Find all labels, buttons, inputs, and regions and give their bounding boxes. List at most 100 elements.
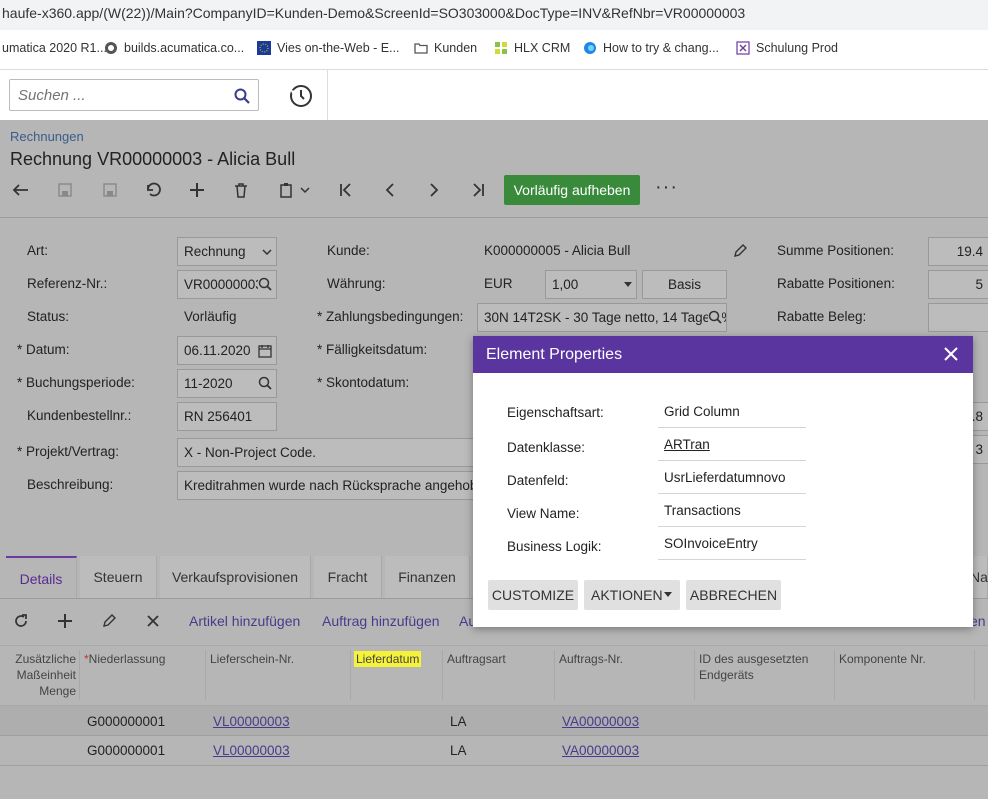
last-record-button[interactable] xyxy=(464,178,492,202)
pencil-icon[interactable] xyxy=(733,244,747,258)
terms-label: * Zahlungsbedingungen: xyxy=(317,309,464,324)
currency-base-button[interactable]: Basis xyxy=(642,270,727,299)
data-field-label: Datenfeld: xyxy=(507,473,569,488)
bookmark-item[interactable]: Kunden xyxy=(414,41,477,55)
cell-order-type: LA xyxy=(450,743,467,758)
col-header-branch[interactable]: *Niederlassung xyxy=(84,651,165,667)
chevron-right-icon xyxy=(430,183,439,197)
calendar-icon[interactable] xyxy=(258,344,272,358)
col-header-delivery-date[interactable]: Lieferdatum xyxy=(354,651,422,667)
currency-rate-value: 1,00 xyxy=(552,277,579,292)
address-bar[interactable]: haufe-x360.app/(W(22))/Main?CompanyID=Ku… xyxy=(0,0,988,30)
bookmark-item[interactable]: Schulung Prod xyxy=(736,41,838,55)
period-value: 11-2020 xyxy=(184,376,233,391)
chevron-left-icon xyxy=(385,183,394,197)
col-header-shipment[interactable]: Lieferschein-Nr. xyxy=(210,651,294,667)
date-field[interactable]: 06.11.2020 xyxy=(177,336,277,365)
tab-commissions[interactable]: Verkaufsprovisionen xyxy=(160,556,311,598)
col-header-device-id[interactable]: ID des ausgesetzten Endgeräts xyxy=(699,651,829,683)
period-field[interactable]: 11-2020 xyxy=(177,369,277,398)
bookmark-item[interactable]: HLX CRM xyxy=(494,41,570,55)
cell-branch: G000000001 xyxy=(87,714,166,729)
more-actions-button[interactable]: ··· xyxy=(655,176,678,199)
save-button[interactable] xyxy=(96,178,124,202)
line-total-label: Summe Positionen: xyxy=(777,243,895,258)
add-item-link[interactable]: Artikel hinzufügen xyxy=(189,613,300,629)
bookmark-item[interactable]: umatica 2020 R1... xyxy=(2,41,107,55)
bookmark-item[interactable]: Vies on-the-Web - E... xyxy=(257,41,400,55)
bookmark-label: Vies on-the-Web - E... xyxy=(277,41,400,55)
add-button[interactable] xyxy=(183,178,211,202)
tab-taxes[interactable]: Steuern xyxy=(80,556,157,598)
copy-paste-button[interactable] xyxy=(272,178,316,202)
back-button[interactable] xyxy=(7,178,35,202)
col-header-order-type[interactable]: Auftragsart xyxy=(447,651,506,667)
grid-app-icon xyxy=(495,42,507,54)
actions-button[interactable]: AKTIONEN xyxy=(584,580,680,610)
data-field-value: UsrLieferdatumnovo xyxy=(658,468,806,494)
project-field[interactable]: X - Non-Project Code. xyxy=(177,438,477,467)
edit-row-button[interactable] xyxy=(97,610,121,632)
col-separator xyxy=(694,650,695,700)
undo-button[interactable] xyxy=(139,178,167,202)
history-icon[interactable] xyxy=(287,82,315,110)
first-record-button[interactable] xyxy=(332,178,360,202)
search-icon[interactable] xyxy=(234,88,250,104)
add-order-link[interactable]: Auftrag hinzufügen xyxy=(322,613,440,629)
currency-value[interactable]: EUR xyxy=(484,276,513,291)
description-label: Beschreibung: xyxy=(27,477,114,492)
property-type-label: Eigenschaftsart: xyxy=(507,405,604,420)
close-icon[interactable] xyxy=(943,346,959,362)
customize-button[interactable]: CUSTOMIZE xyxy=(488,580,578,610)
description-field[interactable]: Kreditrahmen wurde nach Rücksprache ange… xyxy=(177,471,477,500)
bookmark-item[interactable]: builds.acumatica.co... xyxy=(104,41,244,55)
search-icon[interactable] xyxy=(708,310,722,324)
status-label: Status: xyxy=(27,309,70,324)
type-select[interactable]: Rechnung xyxy=(177,237,277,266)
delete-row-button[interactable] xyxy=(141,610,165,632)
cell-order-link[interactable]: VA00000003 xyxy=(562,714,639,729)
search-icon[interactable] xyxy=(258,277,272,291)
customer-value[interactable]: K000000005 - Alicia Bull xyxy=(484,243,630,258)
cell-order-link[interactable]: VA00000003 xyxy=(562,743,639,758)
search-box[interactable] xyxy=(9,79,259,111)
col-separator xyxy=(205,650,206,700)
col-header-component[interactable]: Komponente Nr. xyxy=(839,651,926,667)
business-logic-value: SOInvoiceEntry xyxy=(658,534,806,560)
breadcrumb[interactable]: Rechnungen xyxy=(10,129,84,144)
bookmark-item[interactable]: How to try & chang... xyxy=(583,41,719,55)
tab-finances[interactable]: Finanzen xyxy=(385,556,470,598)
bookmark-label: Schulung Prod xyxy=(756,41,839,55)
refresh-button[interactable] xyxy=(9,610,33,632)
currency-rate-select[interactable]: 1,00 xyxy=(545,270,637,299)
col-header-uom-qty[interactable]: Zusätzliche Maßeinheit Menge xyxy=(4,651,76,699)
undo-icon xyxy=(147,182,161,197)
dialog-title: Element Properties xyxy=(473,336,973,373)
view-name-value: Transactions xyxy=(658,501,806,527)
remove-hold-button[interactable]: Vorläufig aufheben xyxy=(504,175,640,205)
col-header-order-nbr[interactable]: Auftrags-Nr. xyxy=(559,651,623,667)
save-close-button[interactable] xyxy=(51,178,79,202)
cell-shipment-link[interactable]: VL00000003 xyxy=(213,743,290,758)
customer-label: Kunde: xyxy=(327,243,370,258)
tab-details[interactable]: Details xyxy=(6,556,77,598)
next-record-button[interactable] xyxy=(420,178,448,202)
period-label: * Buchungsperiode: xyxy=(17,375,135,390)
discount-date-label: * Skontodatum: xyxy=(317,375,410,390)
data-class-link[interactable]: ARTran xyxy=(658,435,806,461)
search-input[interactable] xyxy=(18,80,228,110)
delete-button[interactable] xyxy=(227,178,255,202)
terms-field[interactable]: 30N 14T2SK - 30 Tage netto, 14 Tage 2% xyxy=(477,303,727,332)
cell-shipment-link[interactable]: VL00000003 xyxy=(213,714,290,729)
caret-down-icon xyxy=(624,282,632,287)
customer-order-field[interactable]: RN 256401 xyxy=(177,402,277,431)
tab-freight[interactable]: Fracht xyxy=(314,556,382,598)
first-icon xyxy=(340,183,351,197)
search-icon[interactable] xyxy=(258,376,272,390)
date-value: 06.11.2020 xyxy=(184,343,251,358)
prev-record-button[interactable] xyxy=(376,178,404,202)
cancel-button[interactable]: ABBRECHEN xyxy=(686,580,781,610)
add-row-button[interactable] xyxy=(53,610,77,632)
doc-discount-label: Rabatte Beleg: xyxy=(777,309,867,324)
refnbr-field[interactable]: VR00000003 xyxy=(177,270,277,299)
